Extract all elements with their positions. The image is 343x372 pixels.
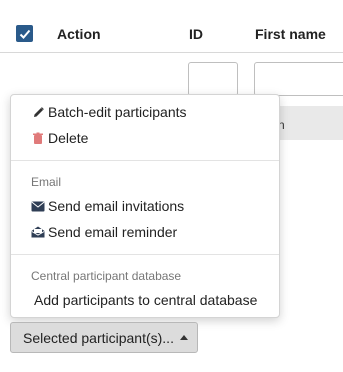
menu-item-add-to-cpdb[interactable]: Add participants to central database [34, 292, 257, 308]
menu-item-batch-edit[interactable]: Batch-edit participants [31, 104, 187, 120]
menu-divider [11, 160, 279, 161]
select-all-checkbox[interactable] [16, 25, 33, 42]
menu-header-email: Email [31, 175, 62, 189]
selected-participants-label: Selected participant(s)... [23, 329, 174, 346]
trash-icon [31, 131, 45, 145]
envelope-open-icon [31, 225, 45, 239]
menu-divider [11, 254, 279, 255]
caret-up-icon [179, 335, 188, 340]
menu-item-delete[interactable]: Delete [31, 130, 88, 146]
menu-item-label: Send email reminder [48, 224, 178, 240]
column-header-first-name[interactable]: First name [255, 26, 326, 42]
selected-participants-button[interactable]: Selected participant(s)... [10, 322, 198, 353]
menu-item-label: Delete [48, 130, 89, 146]
menu-header-cpdb: Central participant database [31, 269, 182, 283]
selected-participants-menu: Batch-edit participants Delete Email Sen… [10, 94, 280, 318]
pencil-icon [31, 105, 45, 119]
first-name-filter-input[interactable] [254, 62, 343, 96]
menu-item-label: Batch-edit participants [48, 104, 187, 120]
column-header-id[interactable]: ID [189, 26, 203, 42]
menu-item-send-invitations[interactable]: Send email invitations [31, 198, 184, 214]
menu-item-label: Send email invitations [48, 198, 185, 214]
id-filter-input[interactable] [188, 62, 238, 96]
menu-item-send-reminder[interactable]: Send email reminder [31, 224, 177, 240]
checkmark-icon [19, 29, 30, 39]
table-header: Action ID First name [0, 0, 343, 53]
column-header-action[interactable]: Action [57, 26, 101, 42]
menu-item-label: Add participants to central database [34, 292, 258, 308]
envelope-icon [31, 199, 45, 213]
